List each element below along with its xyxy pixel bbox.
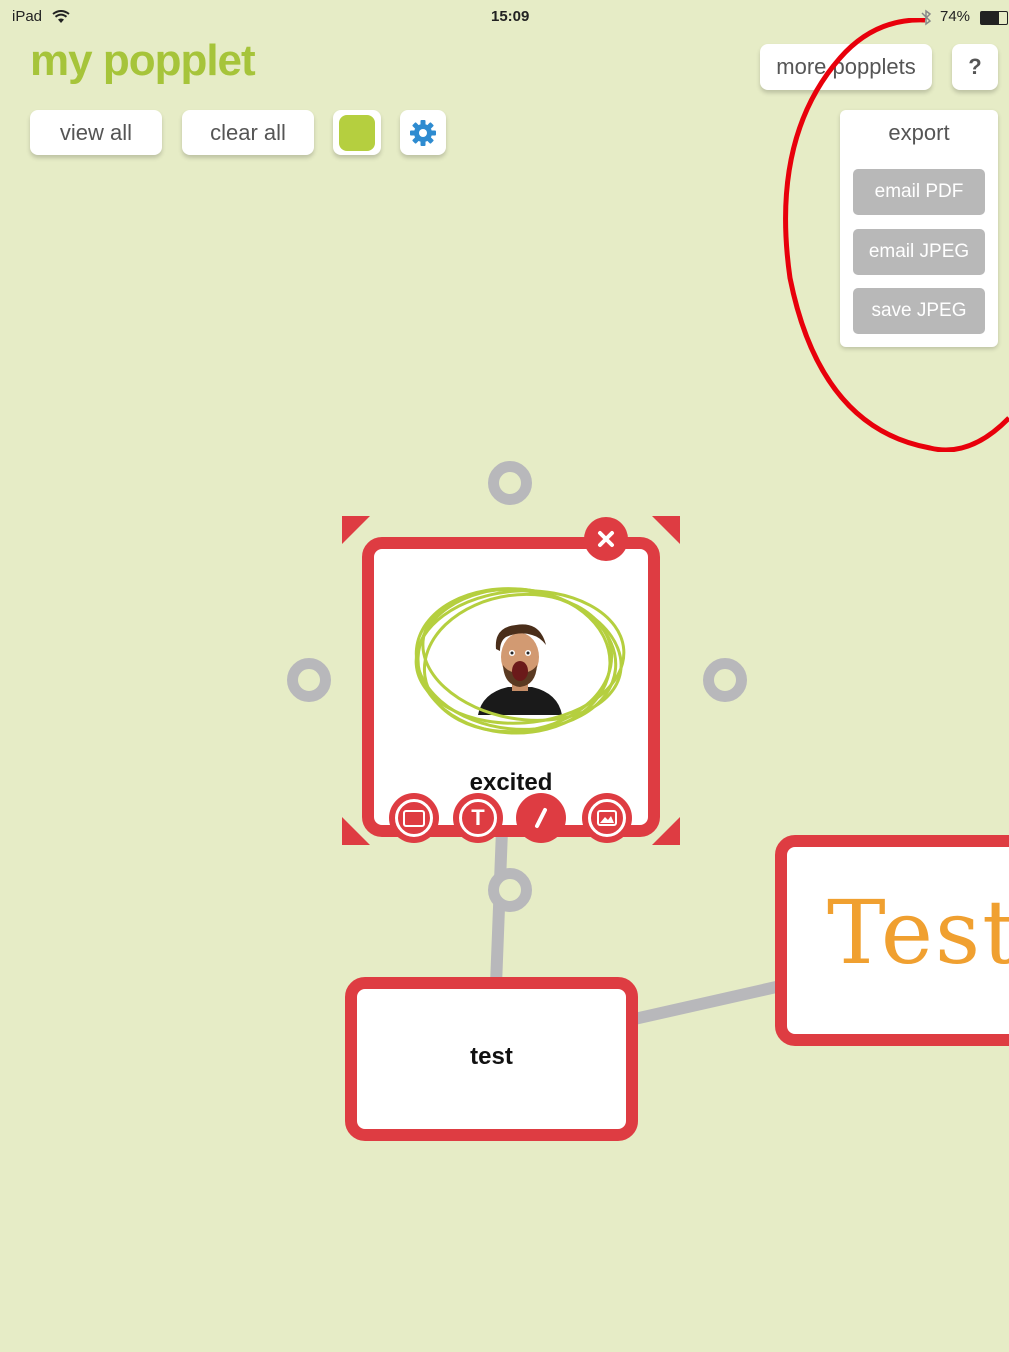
resize-handle-bottom-right[interactable] [652, 817, 680, 845]
highlight-annotation [783, 18, 1009, 452]
popple-test[interactable]: test [345, 977, 638, 1141]
popple-handwritten[interactable]: Test [775, 835, 1009, 1046]
frame-tool-button[interactable] [389, 793, 439, 843]
connect-handle-bottom[interactable] [488, 868, 532, 912]
drawing-scribble [414, 587, 626, 735]
resize-handle-top-left[interactable] [342, 516, 370, 544]
image-icon [588, 799, 626, 837]
popple-label-test: test [470, 1043, 513, 1070]
text-icon: T [459, 799, 497, 837]
frame-icon [395, 799, 433, 837]
text-tool-button[interactable]: T [453, 793, 503, 843]
resize-handle-top-right[interactable] [652, 516, 680, 544]
pen-tool-button[interactable] [516, 793, 566, 843]
connect-handle-right[interactable] [703, 658, 747, 702]
image-tool-button[interactable] [582, 793, 632, 843]
resize-handle-bottom-left[interactable] [342, 817, 370, 845]
pen-icon [535, 808, 547, 828]
close-icon [598, 531, 614, 547]
connect-handle-left[interactable] [287, 658, 331, 702]
handwritten-text: Test [827, 881, 1009, 984]
close-popple-button[interactable] [584, 517, 628, 561]
popple-excited[interactable]: excited [362, 537, 660, 837]
connect-handle-top[interactable] [488, 461, 532, 505]
